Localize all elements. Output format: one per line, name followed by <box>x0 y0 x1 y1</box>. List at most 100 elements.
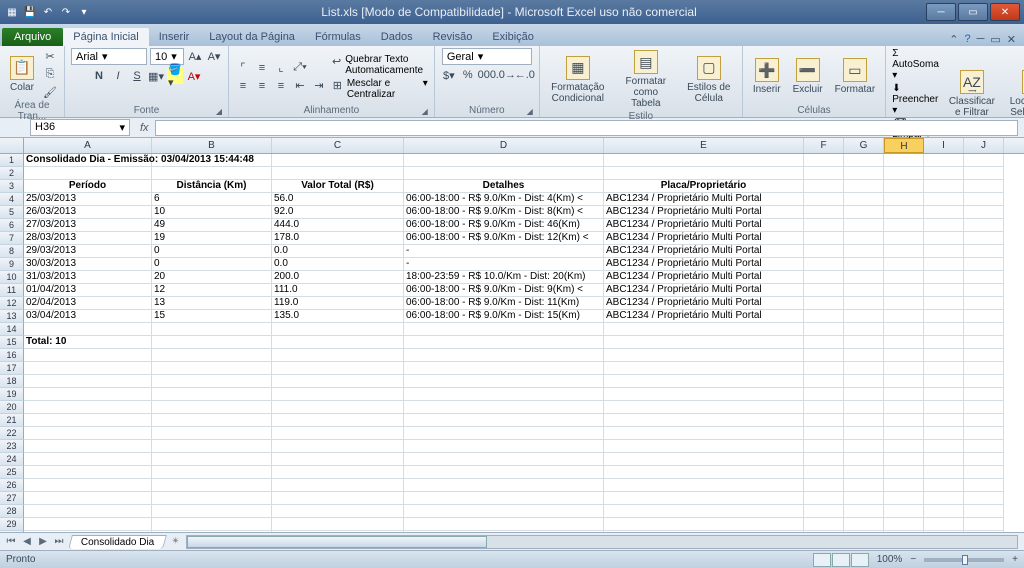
cell[interactable] <box>884 167 924 180</box>
cell[interactable] <box>404 518 604 531</box>
cell[interactable] <box>404 505 604 518</box>
cell[interactable] <box>404 323 604 336</box>
cell[interactable] <box>604 349 804 362</box>
cell[interactable] <box>404 531 604 532</box>
row-header[interactable]: 20 <box>0 401 24 414</box>
cell[interactable] <box>804 349 844 362</box>
font-dialog-launcher[interactable]: ◢ <box>216 107 222 116</box>
cell[interactable] <box>272 414 404 427</box>
font-color-button[interactable]: A▾ <box>186 68 202 84</box>
cell[interactable] <box>804 414 844 427</box>
cell[interactable]: 49 <box>152 219 272 232</box>
cell[interactable] <box>404 414 604 427</box>
cell[interactable] <box>152 427 272 440</box>
cell[interactable] <box>884 375 924 388</box>
tab-file[interactable]: Arquivo <box>2 28 63 46</box>
number-dialog-launcher[interactable]: ◢ <box>527 107 533 116</box>
format-painter-button[interactable]: 🖌 <box>42 84 58 100</box>
cell[interactable] <box>884 505 924 518</box>
cell[interactable] <box>404 401 604 414</box>
orientation-button[interactable]: ⤢▾ <box>292 60 308 76</box>
cell[interactable]: Consolidado Dia - Emissão: 03/04/2013 15… <box>24 154 152 167</box>
cell[interactable] <box>804 219 844 232</box>
cell[interactable] <box>924 232 964 245</box>
cell[interactable] <box>804 492 844 505</box>
border-button[interactable]: ▦▾ <box>148 68 164 84</box>
cell[interactable]: 15 <box>152 310 272 323</box>
row-header[interactable]: 23 <box>0 440 24 453</box>
cell[interactable] <box>804 310 844 323</box>
row-header[interactable]: 2 <box>0 167 24 180</box>
cell[interactable]: Detalhes <box>404 180 604 193</box>
cell[interactable] <box>884 388 924 401</box>
cell[interactable] <box>152 505 272 518</box>
row-header[interactable]: 7 <box>0 232 24 245</box>
cell[interactable] <box>964 193 1004 206</box>
row-header[interactable]: 27 <box>0 492 24 505</box>
cell[interactable] <box>844 271 884 284</box>
cell[interactable] <box>804 284 844 297</box>
cell[interactable] <box>844 466 884 479</box>
cell[interactable] <box>24 427 152 440</box>
cell[interactable] <box>404 466 604 479</box>
cell[interactable] <box>964 466 1004 479</box>
view-pagebreak-button[interactable] <box>851 553 869 567</box>
cell[interactable] <box>24 466 152 479</box>
cell[interactable] <box>924 154 964 167</box>
cell[interactable] <box>152 362 272 375</box>
row-header[interactable]: 28 <box>0 505 24 518</box>
row-header[interactable]: 11 <box>0 284 24 297</box>
help-icon[interactable]: ? <box>964 33 970 46</box>
cell[interactable] <box>404 388 604 401</box>
cell[interactable] <box>272 427 404 440</box>
ribbon-minimize-icon[interactable]: ⌃ <box>949 33 958 46</box>
tab-layout-da-página[interactable]: Layout da Página <box>199 28 305 46</box>
column-header-F[interactable]: F <box>804 138 844 153</box>
cell[interactable] <box>964 453 1004 466</box>
cell[interactable] <box>964 336 1004 349</box>
cell[interactable] <box>924 440 964 453</box>
maximize-button[interactable]: ▭ <box>958 3 988 21</box>
cell[interactable] <box>924 258 964 271</box>
cell[interactable] <box>804 336 844 349</box>
cell[interactable] <box>844 401 884 414</box>
cell[interactable] <box>964 297 1004 310</box>
cell[interactable] <box>804 297 844 310</box>
cell[interactable] <box>404 453 604 466</box>
cell[interactable] <box>964 505 1004 518</box>
cell[interactable] <box>272 518 404 531</box>
cell[interactable] <box>804 401 844 414</box>
cell[interactable] <box>804 479 844 492</box>
cell[interactable]: - <box>404 258 604 271</box>
cell[interactable] <box>272 375 404 388</box>
row-header[interactable]: 25 <box>0 466 24 479</box>
cell[interactable] <box>272 466 404 479</box>
cell[interactable]: 12 <box>152 284 272 297</box>
cell[interactable] <box>964 375 1004 388</box>
cell[interactable] <box>924 492 964 505</box>
cell[interactable] <box>804 206 844 219</box>
cell[interactable] <box>804 505 844 518</box>
cell[interactable] <box>844 388 884 401</box>
align-right-button[interactable]: ≡ <box>273 78 289 94</box>
cell[interactable] <box>24 375 152 388</box>
cell[interactable]: 135.0 <box>272 310 404 323</box>
sheet-tab[interactable]: Consolidado Dia <box>68 535 167 549</box>
cell[interactable] <box>844 505 884 518</box>
cell[interactable] <box>804 193 844 206</box>
cell[interactable]: 25/03/2013 <box>24 193 152 206</box>
zoom-in-button[interactable]: + <box>1012 554 1018 565</box>
cell[interactable] <box>152 388 272 401</box>
cell[interactable] <box>404 375 604 388</box>
cell[interactable] <box>604 414 804 427</box>
cell[interactable]: 56.0 <box>272 193 404 206</box>
cell[interactable] <box>604 167 804 180</box>
cell[interactable] <box>924 414 964 427</box>
cell[interactable] <box>604 336 804 349</box>
column-header-J[interactable]: J <box>964 138 1004 153</box>
cell[interactable] <box>964 258 1004 271</box>
cell[interactable] <box>964 180 1004 193</box>
currency-button[interactable]: $▾ <box>441 67 457 83</box>
view-normal-button[interactable] <box>813 553 831 567</box>
cell[interactable] <box>604 453 804 466</box>
